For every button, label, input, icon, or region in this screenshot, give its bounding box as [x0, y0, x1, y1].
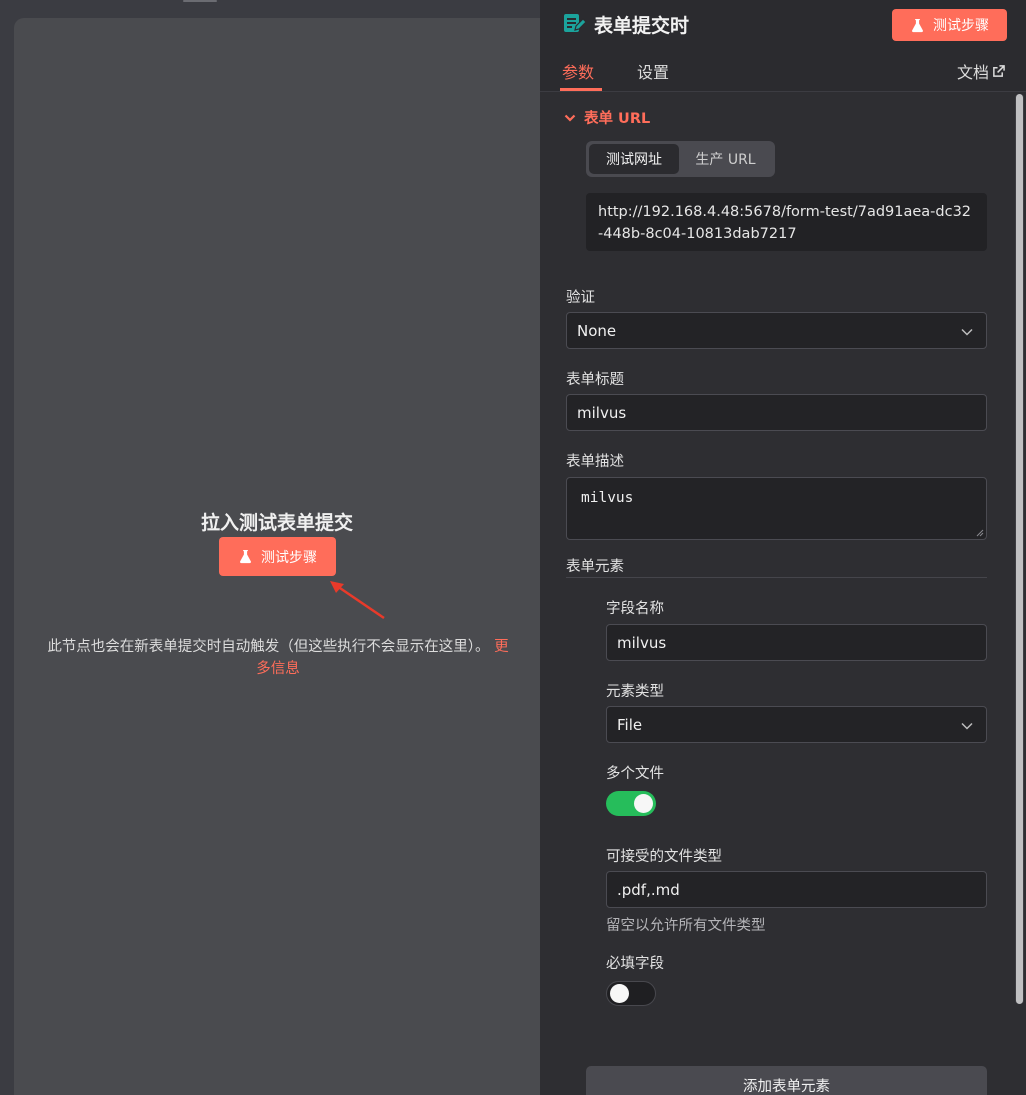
- toggle-knob: [610, 984, 629, 1003]
- panel-test-step-label: 测试步骤: [933, 18, 989, 34]
- annotation-arrow: [330, 581, 385, 620]
- tab-settings[interactable]: 设置: [637, 59, 669, 83]
- field-name-label: 字段名称: [606, 601, 664, 617]
- panel-header: 表单提交时 测试步骤 参数 设置 文档: [540, 0, 1026, 92]
- auth-label: 验证: [566, 290, 595, 306]
- form-elements-divider: [566, 577, 987, 578]
- tab-docs[interactable]: 文档: [957, 59, 1005, 83]
- panel-scrollbar[interactable]: [1015, 94, 1024, 1004]
- flask-icon: [240, 549, 251, 564]
- field-name-input[interactable]: milvus: [606, 624, 987, 661]
- form-url-value[interactable]: http://192.168.4.48:5678/form-test/7ad91…: [586, 193, 987, 251]
- field-name-value: milvus: [617, 633, 667, 652]
- panel-test-step-button[interactable]: 测试步骤: [892, 9, 1007, 41]
- multiple-files-label: 多个文件: [606, 766, 664, 782]
- form-url-section-label: 表单 URL: [584, 111, 651, 127]
- auth-select-value: None: [577, 321, 617, 340]
- canvas-note-text: 此节点也会在新表单提交时自动触发（但这些执行不会显示在这里）。: [47, 639, 490, 655]
- form-title-input[interactable]: milvus: [566, 394, 987, 431]
- toggle-knob: [634, 794, 653, 813]
- active-tab-indicator: [560, 88, 602, 91]
- flask-icon: [912, 18, 923, 32]
- scrollbar-thumb[interactable]: [1016, 94, 1023, 1004]
- external-link-icon: [993, 64, 1005, 77]
- chevron-down-icon: [564, 114, 576, 122]
- tab-parameters[interactable]: 参数: [562, 59, 594, 83]
- form-title-value: milvus: [577, 403, 627, 422]
- resize-grip-icon[interactable]: [976, 529, 984, 537]
- url-type-switch: 测试网址 生产 URL: [586, 141, 775, 177]
- element-type-value: File: [617, 715, 643, 734]
- canvas-title: 拉入测试表单提交: [200, 512, 353, 534]
- chevron-down-icon: [961, 328, 973, 336]
- form-elements-label: 表单元素: [566, 559, 624, 575]
- canvas-test-step-label: 测试步骤: [261, 549, 317, 566]
- form-url-section-toggle[interactable]: 表单 URL: [564, 107, 650, 128]
- accepted-file-types-label: 可接受的文件类型: [606, 849, 722, 865]
- add-form-element-label: 添加表单元素: [743, 1079, 830, 1095]
- form-title-label: 表单标题: [566, 372, 624, 388]
- accepted-file-types-value: .pdf,.md: [617, 880, 680, 899]
- add-form-element-button[interactable]: 添加表单元素: [586, 1066, 987, 1095]
- canvas-note: 此节点也会在新表单提交时自动触发（但这些执行不会显示在这里）。 更多信息: [36, 636, 520, 680]
- required-field-label: 必填字段: [606, 956, 664, 972]
- panel-title: 表单提交时: [594, 15, 690, 37]
- element-type-label: 元素类型: [606, 684, 664, 700]
- auth-select[interactable]: None: [566, 312, 987, 349]
- test-url-segment[interactable]: 测试网址: [589, 144, 679, 174]
- form-edit-icon: [564, 14, 586, 32]
- canvas-test-step-button[interactable]: 测试步骤: [219, 537, 336, 576]
- node-parameters-panel: 表单提交时 测试步骤 参数 设置 文档 表单 URL 测试网址 生产 URL h…: [540, 0, 1026, 1095]
- tab-docs-label: 文档: [957, 63, 990, 82]
- chevron-down-icon: [961, 722, 973, 730]
- form-description-value: milvus: [581, 490, 634, 506]
- top-drag-handle[interactable]: [183, 0, 217, 2]
- production-url-segment[interactable]: 生产 URL: [679, 144, 772, 174]
- required-field-toggle[interactable]: [606, 981, 656, 1006]
- multiple-files-toggle[interactable]: [606, 791, 656, 816]
- element-type-select[interactable]: File: [606, 706, 987, 743]
- accepted-file-types-input[interactable]: .pdf,.md: [606, 871, 987, 908]
- accepted-file-types-hint: 留空以允许所有文件类型: [606, 918, 766, 934]
- form-description-label: 表单描述: [566, 454, 624, 470]
- form-description-textarea[interactable]: milvus: [566, 477, 987, 540]
- node-canvas-panel: 拉入测试表单提交 测试步骤 此节点也会在新表单提交时自动触发（但这些执行不会显示…: [14, 18, 554, 1095]
